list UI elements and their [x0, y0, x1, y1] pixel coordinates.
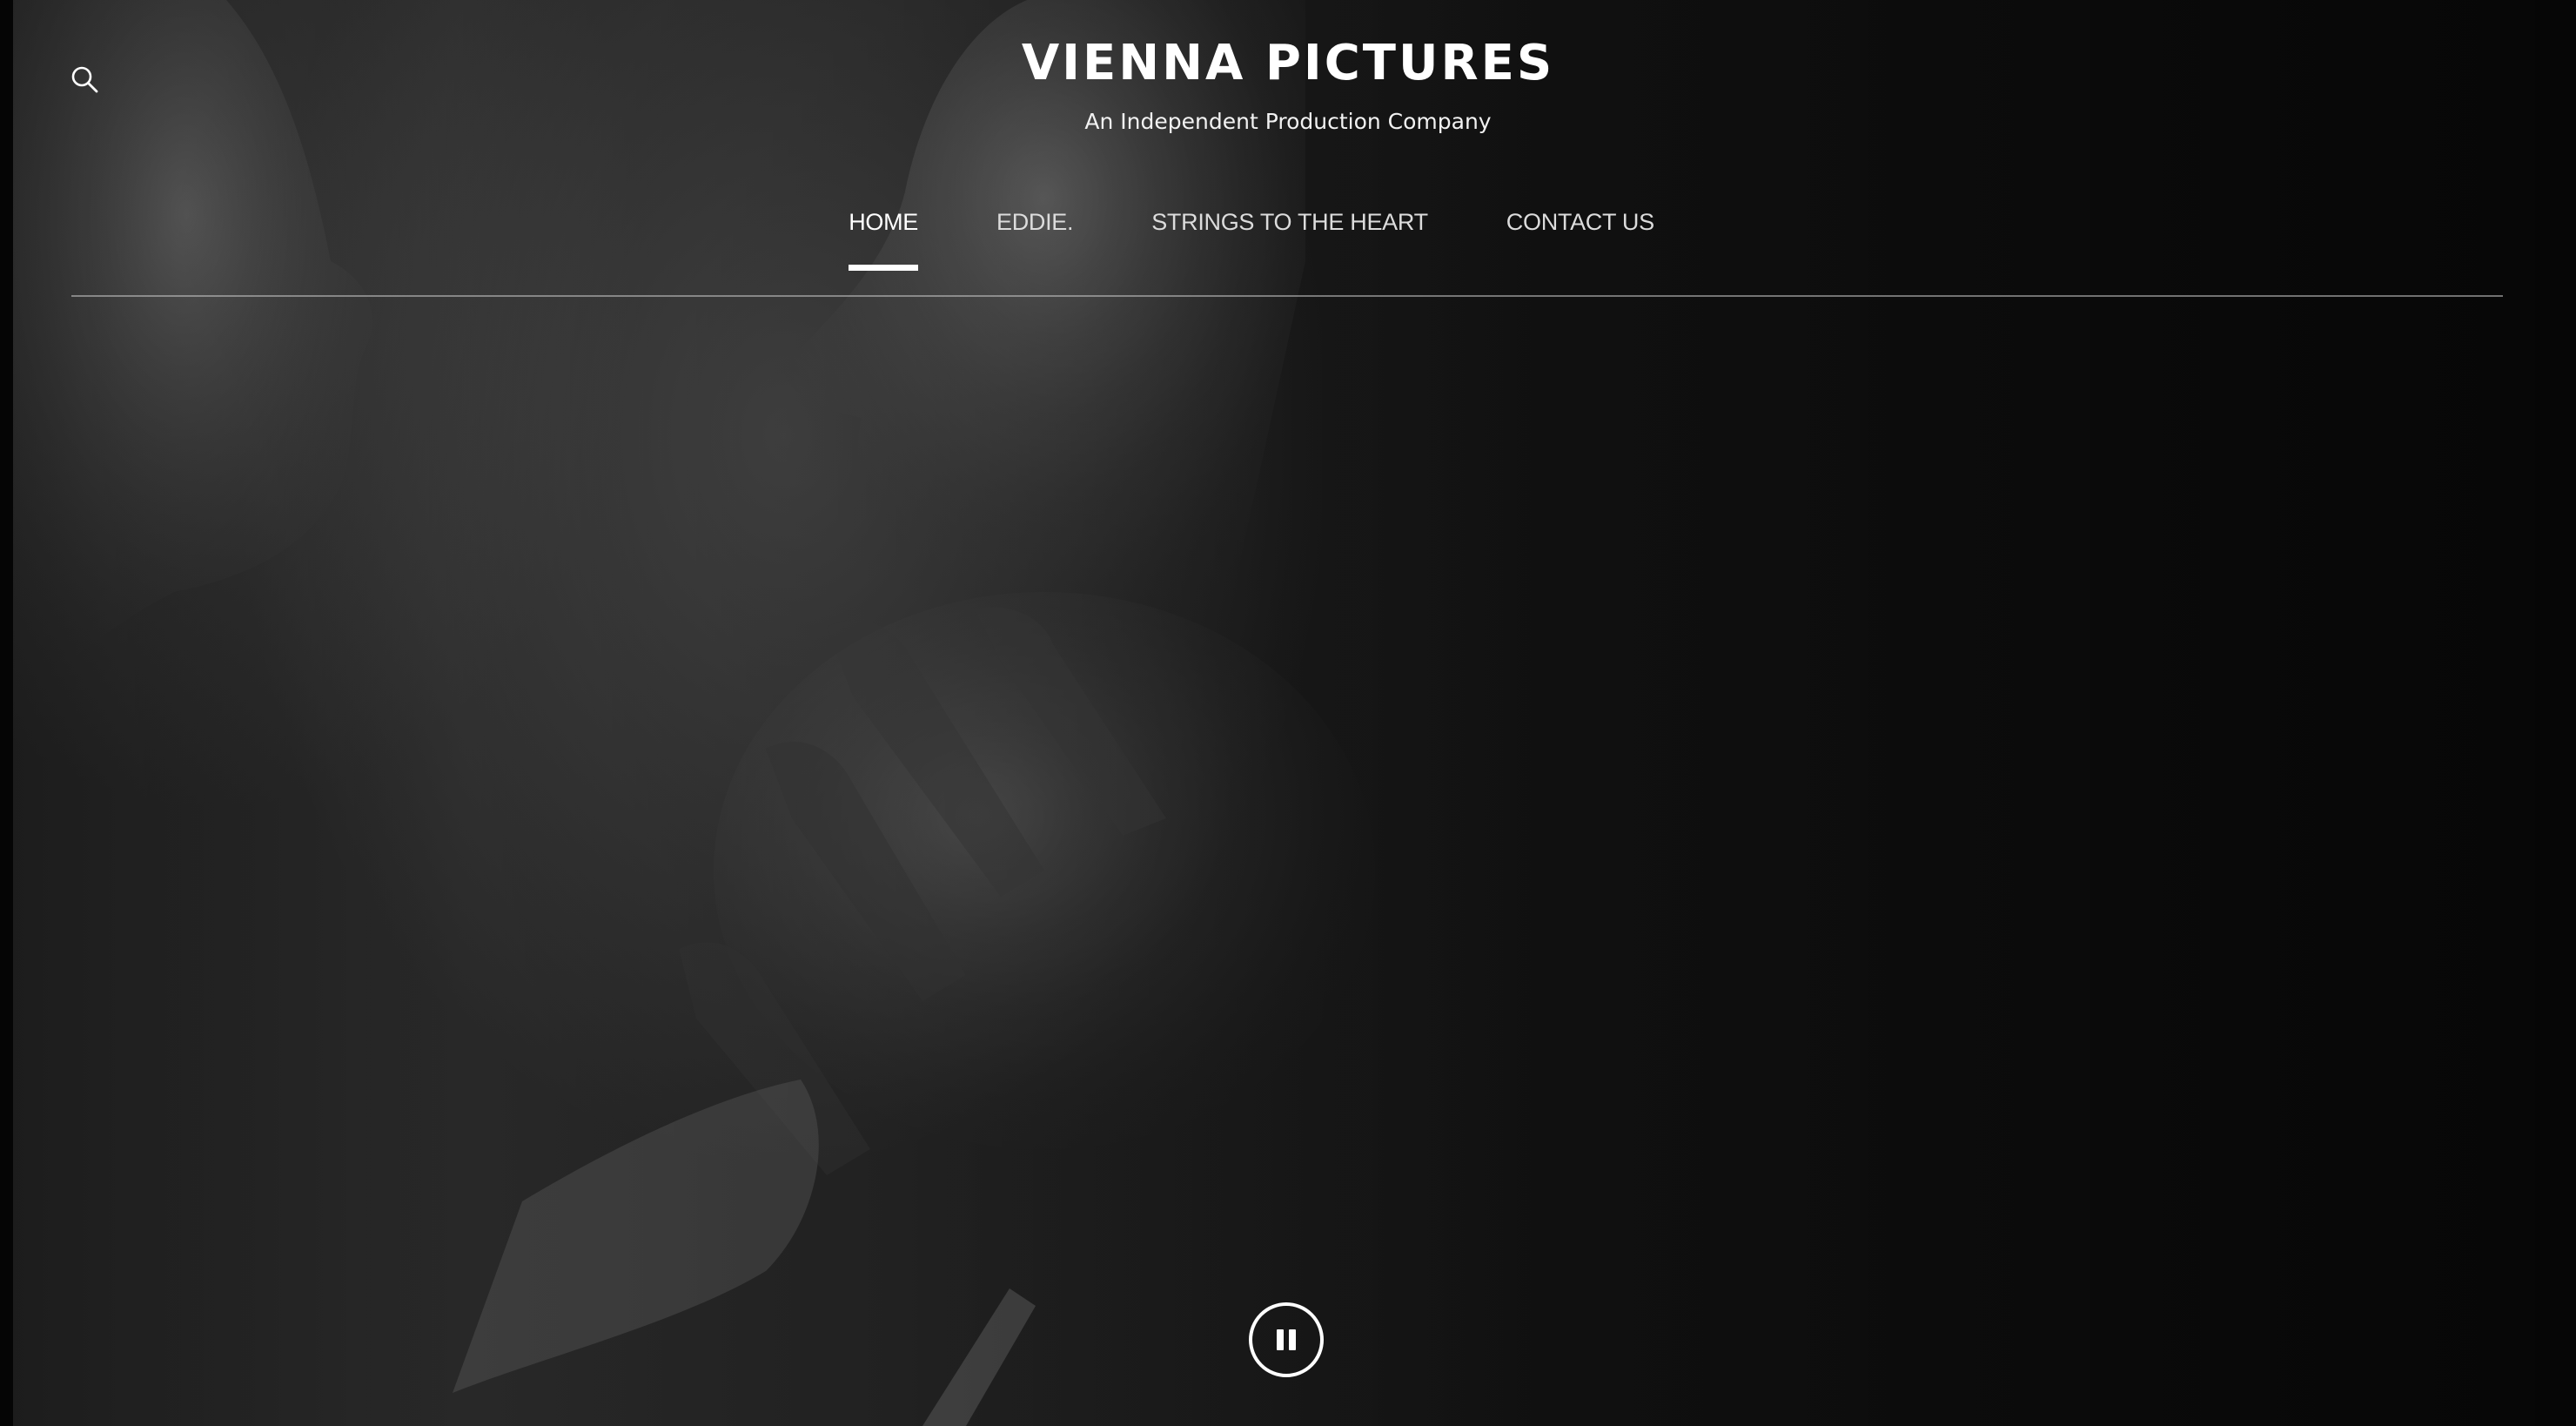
nav-item-contact-us[interactable]: CONTACT US [1506, 209, 1654, 271]
nav-item-eddie[interactable]: EDDIE. [996, 209, 1074, 271]
site-header: VIENNA PICTURES An Independent Productio… [0, 31, 2576, 136]
header-divider [71, 295, 2503, 297]
main-navigation: HOME EDDIE. STRINGS TO THE HEART CONTACT… [0, 209, 2539, 271]
site-tagline: An Independent Production Company [1084, 109, 1492, 134]
nav-item-home[interactable]: HOME [849, 209, 918, 271]
nav-item-strings-to-the-heart[interactable]: STRINGS TO THE HEART [1151, 209, 1428, 271]
hero-video-background: VIENNA PICTURES An Independent Productio… [0, 0, 2576, 1426]
video-pause-button[interactable] [1249, 1302, 1324, 1377]
site-title[interactable]: VIENNA PICTURES [0, 31, 2576, 96]
